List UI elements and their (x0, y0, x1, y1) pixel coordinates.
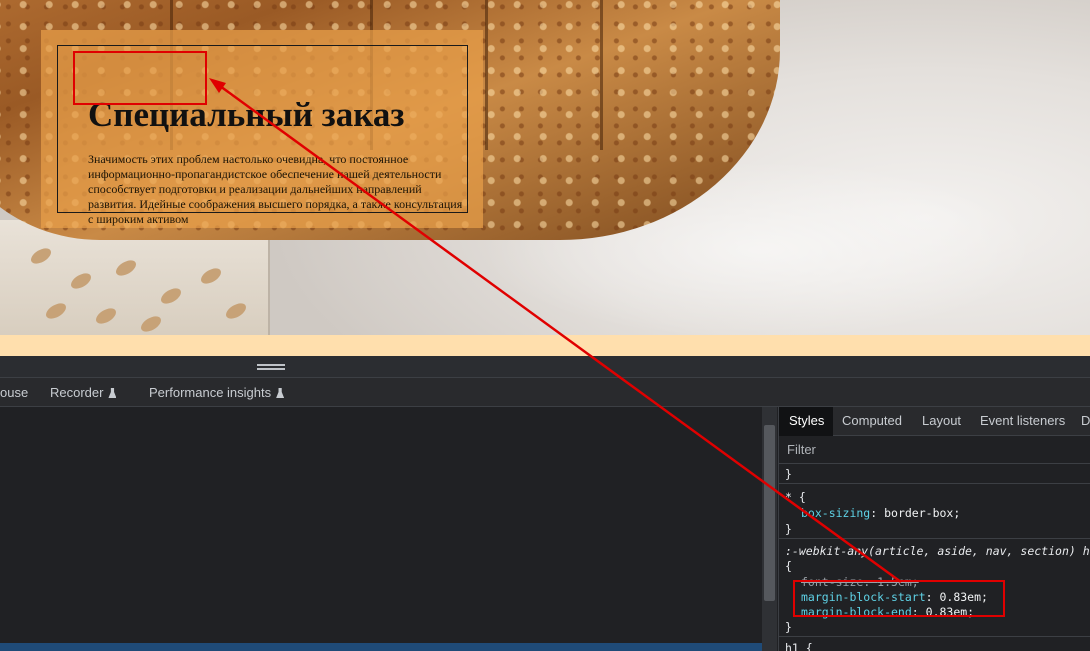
tab-recorder[interactable]: Recorder (50, 385, 117, 400)
experiment-flask-icon (108, 388, 117, 398)
css-brace: } (785, 522, 792, 536)
highlight-margin-rules (793, 580, 1005, 617)
filter-placeholder: Filter (787, 442, 816, 457)
scrollbar[interactable] (762, 407, 777, 651)
drag-handle-icon[interactable] (257, 364, 285, 370)
tab-recorder-label: Recorder (50, 385, 104, 400)
experiment-flask-icon (276, 388, 285, 398)
page-viewport: Специальный заказ Значимость этих пробле… (0, 0, 1090, 356)
css-value: border-box; (884, 506, 961, 520)
devtools-tabbar: ouse Recorder Performance insights (0, 378, 1090, 407)
tab-layout[interactable]: Layout (922, 413, 961, 428)
scrollbar-thumb[interactable] (764, 425, 775, 601)
elements-tree-area[interactable] (0, 407, 762, 643)
tab-performance-insights[interactable]: Performance insights (149, 385, 285, 400)
card-body-text: Значимость этих проблем настолько очевид… (88, 152, 463, 226)
styles-tabbar: Styles Computed Layout Event listeners D (779, 407, 1090, 436)
tab-computed[interactable]: Computed (842, 413, 902, 428)
tab-styles[interactable]: Styles (789, 413, 824, 428)
rule-divider (779, 636, 1090, 637)
rule-divider (779, 483, 1090, 484)
bread-slice-cut (485, 0, 488, 150)
css-brace: } (785, 467, 792, 481)
css-brace: } (785, 620, 792, 634)
highlight-margin-area (73, 51, 207, 105)
selected-node-bar (0, 643, 762, 651)
rule-divider (779, 538, 1090, 539)
css-selector-h1[interactable]: h1 { (785, 641, 813, 651)
devtools-resizer[interactable] (0, 356, 1090, 378)
bread-slice-cut (600, 0, 603, 150)
tab-more[interactable]: D (1081, 413, 1090, 428)
css-brace: { (785, 559, 792, 573)
css-property: box-sizing (801, 506, 871, 520)
tab-lighthouse[interactable]: ouse (0, 385, 28, 400)
css-selector-universal[interactable]: * { (785, 490, 806, 504)
tab-event-listeners[interactable]: Event listeners (980, 413, 1065, 428)
styles-filter[interactable]: Filter (779, 436, 1090, 464)
css-declaration-box-sizing[interactable]: box-sizing: border-box; (801, 506, 960, 520)
tab-performance-insights-label: Performance insights (149, 385, 272, 400)
css-selector-webkit-any[interactable]: :-webkit-any(article, aside, nav, sectio… (785, 544, 1090, 558)
